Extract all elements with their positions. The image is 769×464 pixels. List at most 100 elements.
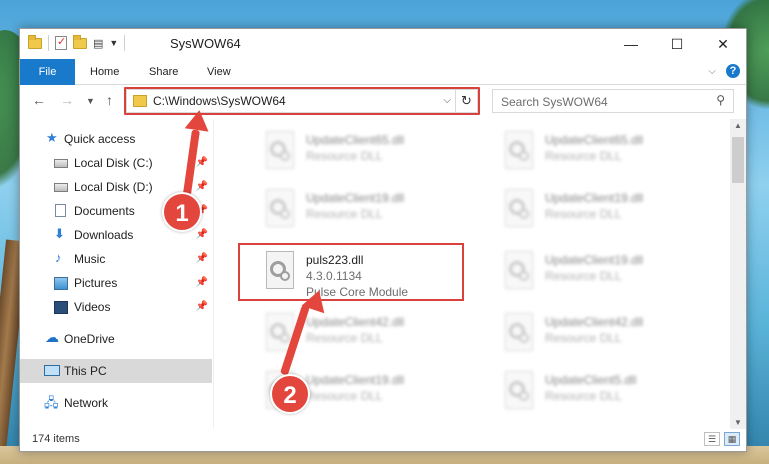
file-item[interactable]: UpdateClient42.dll Resource DLL bbox=[497, 309, 727, 361]
sidebar-item-local-disk-c[interactable]: Local Disk (C:) 📌 bbox=[20, 151, 212, 175]
toolbar-divider bbox=[48, 35, 49, 51]
dll-file-icon bbox=[501, 251, 537, 291]
tab-view[interactable]: View bbox=[207, 59, 231, 85]
dll-file-icon bbox=[262, 131, 298, 171]
file-name: UpdateClient19.dll bbox=[545, 191, 644, 205]
properties-icon[interactable] bbox=[55, 35, 67, 50]
close-button[interactable]: ✕ bbox=[700, 29, 746, 59]
dll-file-icon bbox=[501, 131, 537, 171]
file-highlight bbox=[238, 243, 464, 301]
pin-icon[interactable]: 📌 bbox=[196, 157, 208, 168]
file-name: UpdateClient19.dll bbox=[306, 191, 405, 205]
file-item[interactable]: UpdateClient19.dll Resource DLL bbox=[497, 247, 727, 299]
quick-access-toolbar: ▤ ▼ bbox=[28, 34, 126, 51]
file-description: Resource DLL bbox=[545, 331, 622, 345]
sidebar-item-label: Music bbox=[74, 252, 106, 266]
file-item[interactable]: UpdateClient19.dll Resource DLL bbox=[258, 185, 488, 237]
sidebar-item-label: Local Disk (D:) bbox=[74, 180, 153, 194]
dll-file-icon bbox=[501, 371, 537, 411]
dll-file-icon bbox=[501, 313, 537, 353]
music-icon: ♪ bbox=[55, 250, 62, 265]
search-input[interactable]: Search SysWOW64 ⚲ bbox=[492, 89, 734, 113]
file-description: Resource DLL bbox=[306, 207, 383, 221]
sidebar-item-pictures[interactable]: Pictures 📌 bbox=[20, 271, 212, 295]
chevron-down-icon[interactable]: ▼ bbox=[109, 38, 118, 48]
sidebar-item-videos[interactable]: Videos 📌 bbox=[20, 295, 212, 319]
new-folder-icon[interactable] bbox=[73, 34, 87, 49]
forward-arrow-icon[interactable]: → bbox=[60, 92, 74, 108]
folder-icon bbox=[28, 34, 42, 49]
pin-icon[interactable]: 📌 bbox=[196, 301, 208, 312]
sidebar-item-music[interactable]: ♪ Music 📌 bbox=[20, 247, 212, 271]
minimize-button[interactable]: — bbox=[608, 29, 654, 59]
downloads-icon: ⬇ bbox=[54, 226, 65, 241]
sidebar-item-label: Downloads bbox=[74, 228, 134, 242]
search-placeholder: Search SysWOW64 bbox=[501, 95, 608, 109]
details-view-icon[interactable]: ☰ bbox=[704, 432, 720, 446]
documents-icon bbox=[55, 204, 66, 217]
sidebar-item-label: Documents bbox=[74, 204, 135, 218]
vertical-scrollbar[interactable]: ▲ ▼ bbox=[730, 119, 746, 429]
file-description: Resource DLL bbox=[545, 149, 622, 163]
window-title: SysWOW64 bbox=[170, 36, 241, 51]
scrollbar-thumb[interactable] bbox=[732, 137, 744, 183]
pin-icon[interactable]: 📌 bbox=[196, 181, 208, 192]
pin-icon[interactable]: 📌 bbox=[196, 229, 208, 240]
sidebar-item-network[interactable]: 🖧 Network bbox=[20, 391, 212, 415]
file-description: Resource DLL bbox=[545, 389, 622, 403]
view-toggle: ☰ ▦ bbox=[704, 432, 740, 446]
onedrive-icon: ☁ bbox=[45, 329, 59, 345]
recent-locations-chevron-icon[interactable]: ▼ bbox=[86, 96, 95, 106]
file-name: UpdateClient5.dll bbox=[545, 373, 637, 387]
tab-file[interactable]: File bbox=[20, 59, 75, 85]
network-icon: 🖧 bbox=[44, 395, 59, 410]
large-icons-view-icon[interactable]: ▦ bbox=[724, 432, 740, 446]
navigation-pane: ★ Quick access Local Disk (C:) 📌 Local D… bbox=[20, 119, 212, 429]
file-item[interactable]: UpdateClient19.dll Resource DLL bbox=[497, 185, 727, 237]
customize-toolbar-icon[interactable]: ▤ bbox=[93, 37, 103, 50]
file-item[interactable]: UpdateClient65.dll Resource DLL bbox=[258, 127, 488, 179]
dll-file-icon bbox=[262, 189, 298, 229]
back-arrow-icon[interactable]: ← bbox=[32, 92, 46, 108]
ribbon-right-controls: ⌵ ? bbox=[708, 64, 740, 78]
expand-ribbon-icon[interactable]: ⌵ bbox=[708, 66, 716, 77]
pictures-icon bbox=[54, 277, 68, 290]
sidebar-item-onedrive[interactable]: ☁ OneDrive bbox=[20, 327, 212, 351]
star-icon: ★ bbox=[46, 130, 58, 145]
pin-icon[interactable]: 📌 bbox=[196, 253, 208, 264]
file-name: UpdateClient19.dll bbox=[545, 253, 644, 267]
this-pc-icon bbox=[44, 365, 60, 376]
search-icon: ⚲ bbox=[716, 93, 725, 107]
sidebar-item-label: Local Disk (C:) bbox=[74, 156, 153, 170]
file-description: Resource DLL bbox=[306, 331, 383, 345]
file-item[interactable]: UpdateClient65.dll Resource DLL bbox=[497, 127, 727, 179]
tab-home[interactable]: Home bbox=[90, 59, 119, 85]
sidebar-item-label: Quick access bbox=[64, 132, 136, 146]
caption-buttons: — ☐ ✕ bbox=[608, 29, 746, 59]
sidebar-item-this-pc[interactable]: This PC bbox=[20, 359, 212, 383]
sidebar-item-label: Network bbox=[64, 396, 109, 410]
file-item[interactable]: UpdateClient5.dll Resource DLL bbox=[497, 367, 727, 419]
sidebar-item-label: OneDrive bbox=[64, 332, 115, 346]
navigation-bar: ← → ▼ ↑ C:\Windows\SysWOW64 ⌵ ↻ Search S… bbox=[20, 86, 746, 116]
scroll-down-icon[interactable]: ▼ bbox=[734, 418, 742, 427]
item-count: 174 items bbox=[32, 433, 80, 445]
pane-divider[interactable] bbox=[213, 119, 214, 429]
drive-icon bbox=[54, 183, 68, 192]
scroll-up-icon[interactable]: ▲ bbox=[734, 121, 742, 130]
file-name: UpdateClient65.dll bbox=[545, 133, 644, 147]
step-2-badge: 2 bbox=[270, 374, 310, 414]
file-name: UpdateClient65.dll bbox=[306, 133, 405, 147]
maximize-button[interactable]: ☐ bbox=[654, 29, 700, 59]
file-description: Resource DLL bbox=[306, 149, 383, 163]
sidebar-item-label: Pictures bbox=[74, 276, 118, 290]
help-icon[interactable]: ? bbox=[726, 64, 740, 78]
status-bar: 174 items ☰ ▦ bbox=[20, 429, 746, 451]
pin-icon[interactable]: 📌 bbox=[196, 277, 208, 288]
title-bar: ▤ ▼ SysWOW64 — ☐ ✕ bbox=[20, 29, 746, 59]
videos-icon bbox=[54, 301, 68, 314]
tab-share[interactable]: Share bbox=[149, 59, 178, 85]
sidebar-item-label: Videos bbox=[74, 300, 111, 314]
sidebar-item-quick-access[interactable]: ★ Quick access bbox=[20, 127, 212, 151]
up-arrow-icon[interactable]: ↑ bbox=[106, 92, 113, 108]
